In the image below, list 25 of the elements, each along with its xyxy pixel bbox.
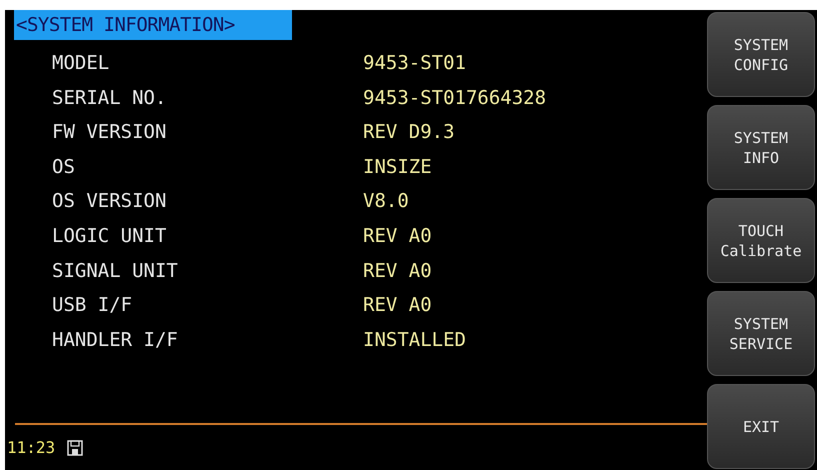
info-label: USB I/F [52, 293, 134, 318]
softkey-button[interactable]: SYSTEM INFO [707, 105, 815, 190]
info-value: REV A0 [363, 293, 432, 318]
info-label: OS [52, 154, 76, 180]
clock-time: 11:23 [7, 436, 56, 458]
info-value: INSIZE [363, 154, 432, 180]
softkey-button[interactable]: SYSTEM CONFIG [707, 12, 815, 97]
info-value: V8.0 [363, 189, 409, 214]
softkey-button[interactable]: EXIT [707, 384, 815, 469]
softkey-button[interactable]: TOUCH Calibrate [707, 198, 815, 283]
info-label: SIGNAL UNIT [52, 258, 179, 284]
info-label: HANDLER I/F [52, 328, 179, 353]
info-value: INSTALLED [363, 328, 466, 353]
info-label: FW VERSION [52, 120, 168, 146]
info-label: OS VERSION [52, 189, 168, 214]
info-value: REV A0 [363, 224, 432, 250]
info-value: 9453-ST017664328 [363, 86, 546, 111]
info-label: SERIAL NO. [52, 86, 168, 111]
info-value: 9453-ST01 [363, 51, 466, 76]
info-value: REV A0 [363, 258, 432, 284]
info-value: REV D9.3 [363, 120, 455, 146]
info-label: MODEL [52, 51, 110, 76]
screen-title: <SYSTEM INFORMATION> [15, 12, 235, 38]
info-label: LOGIC UNIT [52, 224, 168, 250]
softkey-button[interactable]: SYSTEM SERVICE [707, 291, 815, 376]
